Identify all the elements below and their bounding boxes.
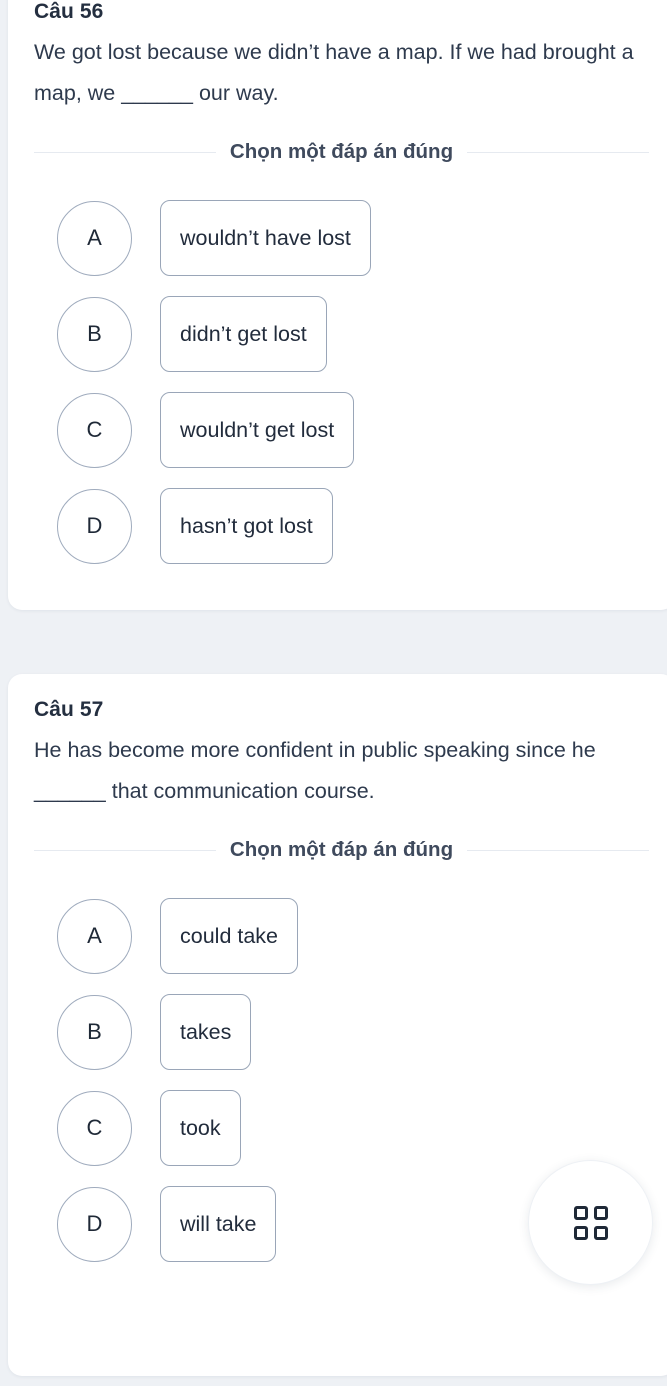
divider-line-left [34,849,216,851]
option-key-56-b[interactable]: B [57,296,132,372]
question-56-options: A wouldn’t have lost B didn’t get lost C… [34,190,649,574]
question-56-instruction-divider: Chọn một đáp án đúng [34,140,650,164]
question-57-prompt: He has become more confident in public s… [34,738,596,803]
question-57-number: Câu 57 [34,698,104,721]
option-label-56-c[interactable]: wouldn’t get lost [160,392,355,468]
option-key-56-c[interactable]: C [57,392,132,468]
option-label-56-a[interactable]: wouldn’t have lost [160,200,371,276]
grid-square-top-right [593,1205,608,1220]
option-row-57-a[interactable]: A could take [57,888,649,984]
option-label-57-b[interactable]: takes [160,994,252,1070]
grid-square-bottom-right [593,1225,608,1240]
quiz-viewport: Câu 56 We got lost because we didn’t hav… [0,0,667,1386]
option-row-56-c[interactable]: C wouldn’t get lost [57,382,649,478]
question-56-instruction: Chọn một đáp án đúng [229,140,454,163]
option-row-56-b[interactable]: B didn’t get lost [57,286,649,382]
question-navigator-fab[interactable] [528,1160,653,1285]
grid-square-bottom-left [573,1225,588,1240]
option-row-56-a[interactable]: A wouldn’t have lost [57,190,649,286]
option-row-57-b[interactable]: B takes [57,984,649,1080]
option-key-57-a[interactable]: A [57,898,132,974]
option-row-57-c[interactable]: C took [57,1080,649,1176]
option-label-56-b[interactable]: didn’t get lost [160,296,327,372]
option-label-56-d[interactable]: hasn’t got lost [160,488,333,564]
divider-line-right [467,849,650,851]
option-label-57-d[interactable]: will take [160,1186,277,1262]
option-label-57-a[interactable]: could take [160,898,299,974]
question-57-instruction: Chọn một đáp án đúng [229,838,454,861]
question-56-prompt: We got lost because we didn’t have a map… [34,40,634,105]
question-57-instruction-divider: Chọn một đáp án đúng [34,838,650,862]
divider-line-right [467,151,650,153]
option-key-57-d[interactable]: D [57,1186,132,1262]
option-key-56-a[interactable]: A [57,200,132,276]
grid-2x2-icon [573,1205,608,1240]
divider-line-left [34,151,216,153]
option-key-57-c[interactable]: C [57,1090,132,1166]
option-key-57-b[interactable]: B [57,994,132,1070]
option-key-56-d[interactable]: D [57,488,132,564]
option-label-57-c[interactable]: took [160,1090,241,1166]
question-56-body: Câu 56 We got lost because we didn’t hav… [8,0,667,574]
question-card-56: Câu 56 We got lost because we didn’t hav… [8,0,667,610]
option-row-56-d[interactable]: D hasn’t got lost [57,478,649,574]
question-56-number: Câu 56 [34,0,104,23]
grid-square-top-left [573,1205,588,1220]
